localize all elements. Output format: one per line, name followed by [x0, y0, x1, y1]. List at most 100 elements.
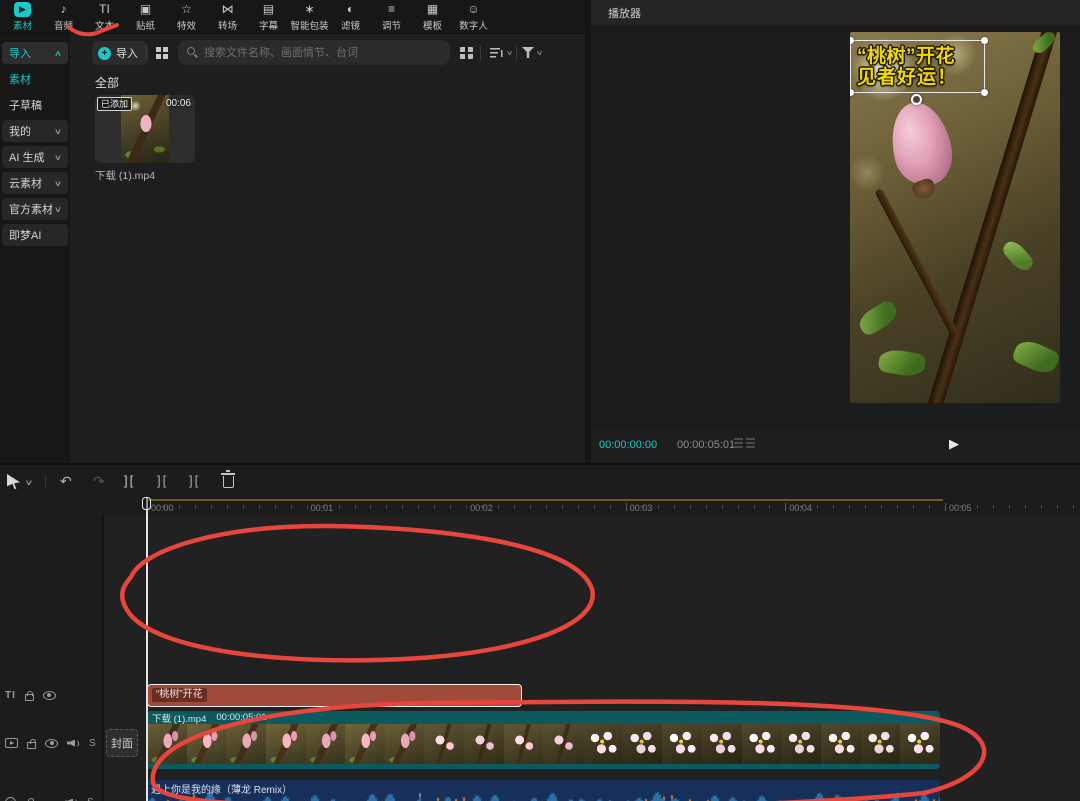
ruler-tick	[610, 505, 611, 509]
split-button[interactable]: ][	[124, 473, 135, 488]
eye-icon[interactable]	[43, 691, 56, 700]
ruler-tick	[1025, 505, 1026, 509]
filmstrip-frame	[187, 724, 227, 764]
timeline-audio-clip[interactable]: 遇上你是我的缘（薄龙 Remix）	[147, 780, 940, 801]
rotate-handle[interactable]	[911, 94, 922, 105]
filmstrip-frame	[306, 724, 346, 764]
player-controls: 00:00:00:00 00:00:05:01 ▶	[591, 428, 1080, 463]
digital-human-icon: ☺	[467, 2, 479, 17]
speaker-icon[interactable]	[67, 738, 80, 749]
ruler-tick	[690, 505, 691, 509]
tab-text[interactable]: TI 文本	[84, 1, 125, 33]
play-button[interactable]: ▶	[949, 436, 959, 452]
ruler-tick	[913, 505, 914, 509]
solo-toggle[interactable]: S	[87, 797, 94, 801]
resize-handle[interactable]	[981, 37, 988, 44]
tab-captions[interactable]: ▤ 字幕	[248, 1, 289, 33]
delete-button[interactable]	[223, 476, 234, 488]
playhead-handle[interactable]	[142, 497, 151, 510]
ruler-tick	[865, 505, 866, 509]
chevron-down-icon[interactable]: ∨	[506, 49, 514, 57]
chevron-down-icon[interactable]: ∨	[536, 49, 544, 57]
ruler-tick	[897, 505, 898, 509]
lock-icon[interactable]	[25, 694, 34, 701]
filmstrip-frame	[623, 724, 663, 764]
ruler-tick	[769, 505, 770, 509]
timeline-text-clip[interactable]: “桃树”开花	[147, 684, 522, 707]
chevron-down-icon[interactable]: ∨	[25, 478, 34, 487]
ruler-tick	[578, 505, 579, 509]
chevron-up-icon: ∧	[54, 49, 62, 58]
sort-icon[interactable]	[490, 47, 504, 59]
ruler-tick	[546, 505, 547, 509]
sidebar-item-jimeng-ai[interactable]: 即梦AI	[2, 224, 68, 246]
undo-button[interactable]: ↶	[60, 473, 72, 490]
divider	[516, 46, 517, 60]
sidebar-item-material[interactable]: 素材	[2, 68, 68, 90]
overlay-text-line2[interactable]: 见者好运！	[857, 62, 957, 89]
split-left-button[interactable]: ][	[157, 473, 168, 488]
timeline-panel: ∨ ↶ ↷ ][ ][ ][ 00:0000:0100:0200:0300:04…	[0, 463, 1080, 801]
player-panel: 播放器 “桃树”开花 见者好运！ 00:00:00:00	[591, 0, 1080, 463]
import-button[interactable]: + 导入	[92, 41, 148, 65]
solo-toggle[interactable]: S	[89, 738, 96, 749]
playhead-line[interactable]	[146, 497, 148, 801]
sidebar-item-ai-generate[interactable]: AI 生成 ∨	[2, 146, 68, 168]
redo-button[interactable]: ↷	[93, 473, 105, 490]
search-box	[178, 40, 450, 65]
timeline-ruler[interactable]: 00:0000:0100:0200:0300:0400:05	[0, 499, 1080, 516]
sidebar-item-mine[interactable]: 我的 ∨	[2, 120, 68, 142]
media-sidebar: 导入 ∧ 素材 子草稿 我的 ∨ AI 生成 ∨ 云素材 ∨ 官方素材 ∨ 即梦…	[0, 34, 70, 463]
video-preview[interactable]: “桃树”开花 见者好运！	[850, 32, 1060, 403]
tab-media[interactable]: ▶ 素材	[2, 1, 43, 33]
filmstrip-frame	[900, 724, 940, 764]
clip-duration: 00:06	[166, 98, 191, 109]
qr-scan-icon[interactable]	[156, 47, 168, 59]
ruler-tick	[1041, 505, 1042, 509]
ruler-tick	[626, 503, 627, 511]
media-clip-card[interactable]: 已添加 00:06	[95, 95, 195, 163]
resize-handle[interactable]	[850, 37, 854, 44]
sticker-icon: ▣	[140, 2, 151, 17]
cover-button[interactable]: 封面	[106, 729, 138, 757]
timeline-video-clip[interactable]: 下载 (1).mp4 00:00:05:01	[147, 711, 940, 769]
sidebar-item-subdraft[interactable]: 子草稿	[2, 94, 68, 116]
speaker-icon[interactable]	[65, 797, 78, 801]
ruler-tick	[291, 505, 292, 509]
sidebar-item-import[interactable]: 导入 ∧	[2, 42, 68, 64]
tab-digital-human[interactable]: ☺ 数字人	[453, 1, 494, 33]
resize-handle[interactable]	[981, 89, 988, 96]
tab-sticker[interactable]: ▣ 贴纸	[125, 1, 166, 33]
sidebar-item-official[interactable]: 官方素材 ∨	[2, 198, 68, 220]
eye-icon[interactable]	[45, 739, 58, 748]
filters-icon: ◐	[347, 2, 354, 17]
lock-icon[interactable]	[27, 742, 36, 749]
video-clip-footer	[147, 764, 940, 769]
captions-icon: ▤	[263, 2, 274, 17]
tab-adjust[interactable]: ≡ 调节	[371, 1, 412, 33]
ruler-tick	[434, 505, 435, 509]
tab-transitions[interactable]: ⋈ 转场	[207, 1, 248, 33]
ruler-tick	[1009, 505, 1010, 509]
split-right-button[interactable]: ][	[189, 473, 200, 488]
tab-audio[interactable]: ♪ 音频	[43, 1, 84, 33]
tab-effects[interactable]: ☆ 特效	[166, 1, 207, 33]
tab-smart-pack[interactable]: ∗ 智能包装	[289, 1, 330, 33]
ruler-tick	[402, 505, 403, 509]
grid-view-icon[interactable]	[460, 47, 473, 59]
ruler-tick	[498, 505, 499, 509]
filter-icon[interactable]	[522, 47, 534, 58]
added-badge: 已添加	[97, 97, 132, 111]
filmstrip-frame	[424, 724, 464, 764]
filmstrip-frame	[464, 724, 504, 764]
sidebar-item-cloud[interactable]: 云素材 ∨	[2, 172, 68, 194]
search-input[interactable]	[178, 40, 450, 65]
ruler-label: 00:03	[630, 503, 653, 513]
current-time: 00:00:00:00	[599, 439, 657, 451]
ruler-tick	[355, 505, 356, 509]
aspect-ratio-icon[interactable]	[734, 438, 756, 451]
ruler-tick	[259, 505, 260, 509]
tab-filters[interactable]: ◐ 滤镜	[330, 1, 371, 33]
tab-templates[interactable]: ▦ 模板	[412, 1, 453, 33]
select-tool-icon[interactable]	[7, 474, 20, 489]
